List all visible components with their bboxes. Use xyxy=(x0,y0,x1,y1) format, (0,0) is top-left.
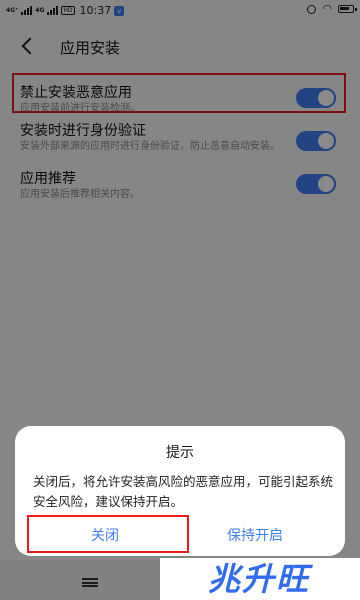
keep-enabled-button[interactable]: 保持开启 xyxy=(180,522,330,550)
close-highlight-box xyxy=(27,515,189,553)
dialog-message: 关闭后，将允许安装高风险的恶意应用，可能引起系统安全风险，建议保持开启。 xyxy=(33,474,334,509)
watermark-text: 兆升旺 xyxy=(208,560,311,598)
dialog-title: 提示 xyxy=(166,445,194,461)
watermark-logo: 兆升旺 xyxy=(160,558,360,600)
